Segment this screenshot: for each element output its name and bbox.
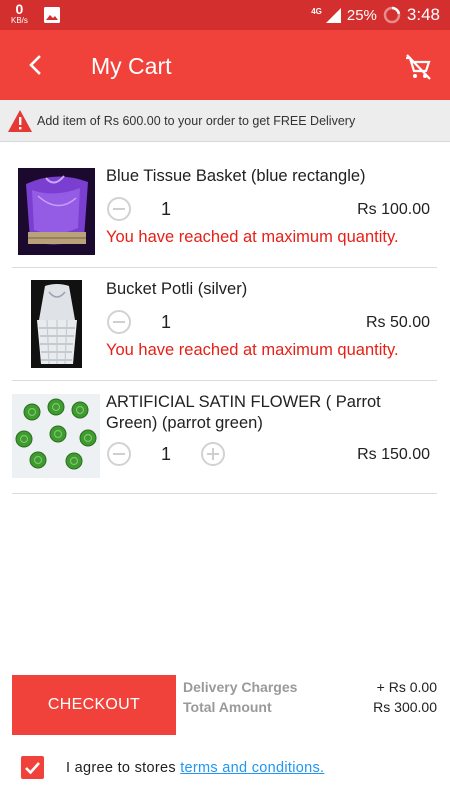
image-notification-icon <box>44 7 60 23</box>
product-name: Blue Tissue Basket (blue rectangle) <box>106 167 366 185</box>
warning-icon <box>8 110 32 132</box>
network-speed: 0 KB/s <box>11 2 28 25</box>
app-bar: My Cart <box>0 30 450 100</box>
quantity-stepper: 1 <box>107 310 201 334</box>
quantity-stepper: 1 <box>107 197 201 221</box>
product-name: Bucket Potli (silver) <box>106 280 248 298</box>
terms-link[interactable]: terms and conditions. <box>180 760 324 776</box>
status-bar: 0 KB/s 4G 25% 3:48 <box>0 0 450 30</box>
max-quantity-message: You have reached at maximum quantity. <box>106 341 399 359</box>
quantity-value: 1 <box>160 311 171 332</box>
agreement-text: I agree to stores terms and conditions. <box>66 760 324 776</box>
delivery-charges-label: Delivery Charges <box>183 679 298 695</box>
check-icon <box>25 762 40 775</box>
page-title: My Cart <box>91 53 172 79</box>
clock: 3:48 <box>406 5 440 24</box>
network-speed-value: 0 <box>15 1 24 17</box>
notice-text: Add item of Rs 600.00 to your order to g… <box>37 114 356 128</box>
quantity-value: 1 <box>160 198 171 219</box>
back-arrow-icon[interactable] <box>22 52 48 78</box>
free-delivery-notice: Add item of Rs 600.00 to your order to g… <box>0 100 450 142</box>
total-amount-label: Total Amount <box>183 699 272 715</box>
quantity-value: 1 <box>160 443 171 464</box>
agree-checkbox[interactable] <box>21 756 44 779</box>
network-speed-unit: KB/s <box>11 16 28 25</box>
decrease-quantity-button[interactable] <box>107 310 131 334</box>
product-image-satin-flower <box>12 394 100 478</box>
product-image-bucket-potli <box>31 280 82 368</box>
product-price: Rs 100.00 <box>357 201 430 218</box>
network-type: 4G <box>311 6 322 16</box>
product-price: Rs 50.00 <box>365 314 430 331</box>
remove-shopping-cart-icon[interactable] <box>403 52 433 82</box>
battery-ring-icon <box>383 6 401 24</box>
max-quantity-message: You have reached at maximum quantity. <box>106 228 399 246</box>
decrease-quantity-button[interactable] <box>107 442 131 466</box>
signal-icon <box>325 7 341 23</box>
product-price: Rs 150.00 <box>357 446 430 463</box>
quantity-stepper: 1 <box>107 442 225 466</box>
product-image-blue-tissue-basket <box>18 168 95 255</box>
delivery-charges-value: + Rs 0.00 <box>376 679 437 695</box>
agreement-label: I agree to stores <box>66 760 181 776</box>
cart-item: ARTIFICIAL SATIN FLOWER ( Parrot Green) … <box>12 381 437 494</box>
cart-item: Blue Tissue Basket (blue rectangle) 1 Rs… <box>12 155 437 268</box>
total-amount-value: Rs 300.00 <box>373 699 437 715</box>
checkout-button[interactable]: CHECKOUT <box>12 675 176 735</box>
product-name: ARTIFICIAL SATIN FLOWER ( Parrot Green) … <box>106 393 381 432</box>
battery-percent: 25% <box>346 6 377 24</box>
decrease-quantity-button[interactable] <box>107 197 131 221</box>
increase-quantity-button[interactable] <box>201 442 225 466</box>
cart-item: Bucket Potli (silver) 1 Rs 50.00 You hav… <box>12 268 437 381</box>
